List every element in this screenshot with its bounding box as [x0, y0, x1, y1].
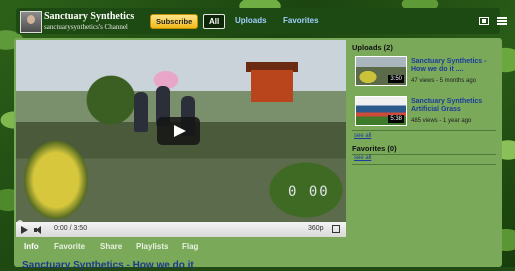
tab-favorite[interactable]: Favorite — [54, 242, 85, 251]
upload-item[interactable]: 3:50 Sanctuary Synthetics - How we do it… — [355, 56, 495, 88]
person — [134, 92, 148, 132]
channel-name[interactable]: Sanctuary Synthetics — [44, 11, 134, 22]
description-area: Sanctuary Synthetics - How we do it — [16, 256, 346, 271]
uploads-heading: Uploads (2) — [352, 43, 393, 52]
tab-share[interactable]: Share — [100, 242, 122, 251]
divider — [352, 154, 496, 155]
volume-icon[interactable] — [34, 226, 43, 234]
video-player[interactable]: 0 00 — [16, 40, 346, 237]
video-thumbnail[interactable]: 5:38 — [355, 96, 407, 126]
upload-item[interactable]: 5:38 Sanctuary Synthetics Artificial Gra… — [355, 96, 495, 128]
tab-info[interactable]: Info — [18, 240, 52, 253]
description-title: Sanctuary Synthetics - How we do it — [22, 260, 194, 271]
player-controls: 0:00 / 3:50 360p — [16, 222, 346, 237]
nav-favorites-link[interactable]: Favorites — [283, 16, 319, 25]
play-overlay-button[interactable] — [157, 117, 200, 145]
tab-playlists[interactable]: Playlists — [136, 242, 168, 251]
duration-badge: 3:50 — [388, 75, 404, 83]
fullscreen-icon[interactable] — [332, 225, 340, 233]
channel-header: Sanctuary Synthetics sanctuarysynthetics… — [16, 8, 507, 34]
favorites-heading: Favorites (0) — [352, 144, 397, 153]
quality-selector[interactable]: 360p — [308, 225, 324, 232]
uploads-see-all-link[interactable]: see all — [354, 133, 371, 139]
duration-badge: 5:38 — [388, 115, 404, 123]
video-tabs: Info Favorite Share Playlists Flag — [16, 240, 346, 253]
video-timestamp-overlay: 0 00 — [288, 184, 330, 200]
shed — [251, 70, 293, 102]
video-title-link[interactable]: Sanctuary Synthetics - How we do it .... — [411, 58, 497, 74]
channel-subtitle: sanctuarysynthetics's Channel — [44, 23, 128, 31]
favorites-see-all-link[interactable]: see all — [354, 155, 371, 161]
list-view-icon[interactable] — [497, 17, 507, 25]
play-icon[interactable] — [21, 226, 28, 234]
video-meta: 485 views - 1 year ago — [411, 118, 472, 124]
nav-uploads-link[interactable]: Uploads — [235, 16, 267, 25]
tab-flag[interactable]: Flag — [182, 242, 198, 251]
video-title-link[interactable]: Sanctuary Synthetics Artificial Grass — [411, 98, 497, 114]
time-display: 0:00 / 3:50 — [54, 225, 88, 232]
grid-view-icon[interactable] — [479, 17, 489, 25]
video-thumbnail[interactable]: 3:50 — [355, 56, 407, 86]
channel-avatar[interactable] — [20, 11, 42, 33]
video-meta: 47 views - 5 months ago — [411, 78, 477, 84]
subscribe-button[interactable]: Subscribe — [150, 14, 199, 29]
nav-all-button[interactable]: All — [203, 14, 226, 29]
divider — [352, 130, 496, 131]
divider — [352, 164, 496, 165]
